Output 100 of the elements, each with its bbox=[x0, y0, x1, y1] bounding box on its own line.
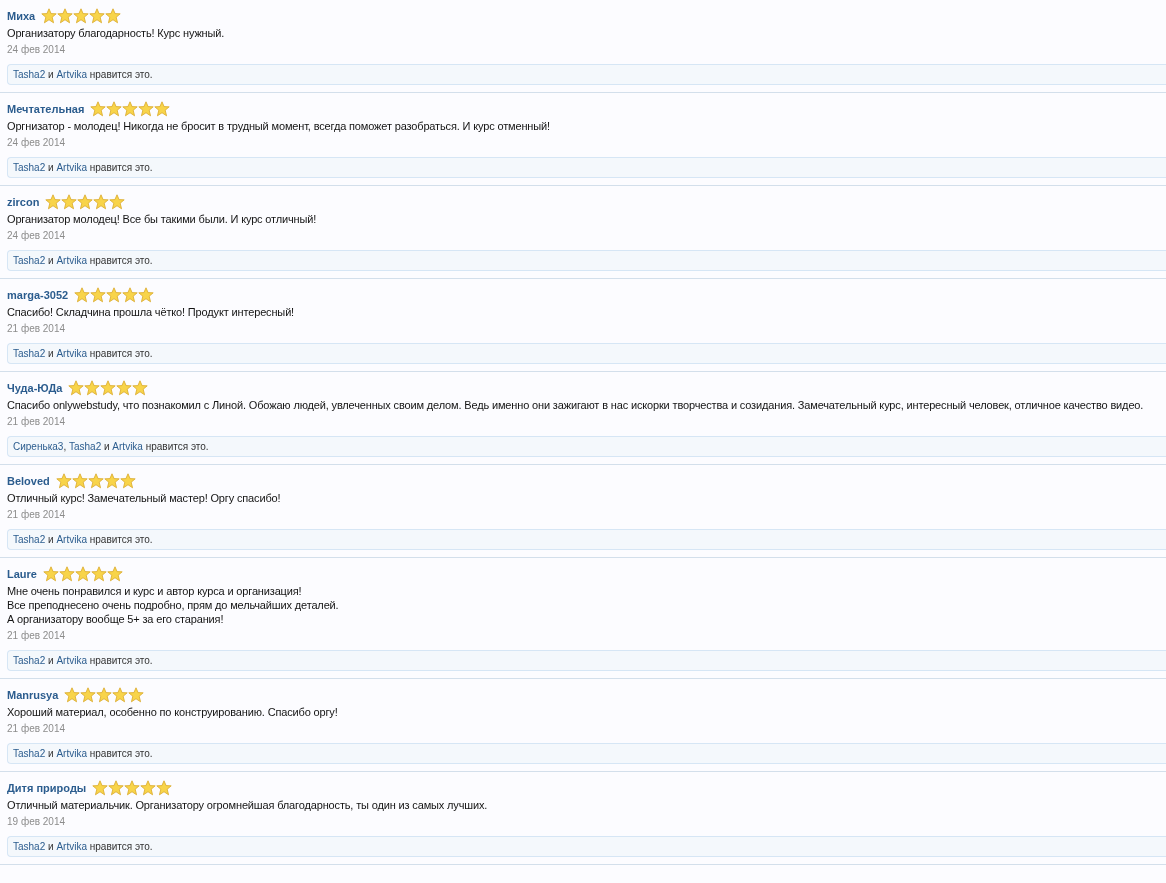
star-icon bbox=[138, 287, 155, 303]
star-icon bbox=[122, 101, 139, 117]
likes-text: и bbox=[47, 255, 55, 266]
star-icon bbox=[138, 101, 155, 117]
likes-text: и bbox=[47, 841, 55, 852]
user-link[interactable]: Artvika bbox=[56, 162, 87, 173]
star-icon bbox=[105, 8, 122, 24]
likes-text: нравится это. bbox=[88, 841, 153, 852]
author-name[interactable]: Чуда-ЮДа bbox=[7, 382, 63, 394]
star-icon bbox=[93, 194, 110, 210]
star-icon bbox=[108, 780, 125, 796]
author-name[interactable]: Manrusya bbox=[7, 689, 59, 701]
star-icon bbox=[58, 566, 75, 582]
user-link[interactable]: Tasha2 bbox=[68, 441, 102, 452]
review-date: 24 фев 2014 bbox=[7, 229, 67, 243]
review-date: 21 фев 2014 bbox=[7, 415, 67, 429]
review-date: 21 фев 2014 bbox=[7, 508, 67, 522]
likes-text: и bbox=[47, 69, 55, 80]
user-link[interactable]: Tasha2 bbox=[13, 534, 46, 545]
user-link[interactable]: Tasha2 bbox=[13, 748, 46, 759]
likes-text: , bbox=[63, 441, 68, 452]
star-icon bbox=[90, 101, 107, 117]
user-link[interactable]: Artvika bbox=[56, 655, 87, 666]
star-icon bbox=[106, 101, 123, 117]
star-icon bbox=[42, 566, 59, 582]
review-date: 19 фев 2014 bbox=[7, 815, 67, 829]
review-text: Организатор молодец! Все бы такими были. И курс отличный! bbox=[7, 212, 318, 226]
star-icon bbox=[71, 473, 88, 489]
star-icon bbox=[96, 687, 113, 703]
star-icon bbox=[87, 473, 104, 489]
user-link[interactable]: Artvika bbox=[56, 348, 87, 359]
star-icon bbox=[77, 194, 94, 210]
review-date: 21 фев 2014 bbox=[7, 629, 67, 643]
review-text: Все преподнесено очень подробно, прям до мельчайших деталей. bbox=[7, 598, 340, 612]
star-icon bbox=[80, 687, 97, 703]
user-link[interactable]: Tasha2 bbox=[13, 348, 46, 359]
author-name[interactable]: Миха bbox=[7, 10, 36, 22]
user-link[interactable]: Artvika bbox=[56, 748, 87, 759]
user-link[interactable]: Tasha2 bbox=[13, 841, 46, 852]
star-icon bbox=[154, 101, 171, 117]
likes-text: нравится это. bbox=[88, 69, 153, 80]
star-icon bbox=[74, 566, 91, 582]
star-icon bbox=[103, 473, 120, 489]
star-icon bbox=[64, 687, 81, 703]
likes-text: нравится это. bbox=[88, 655, 153, 666]
star-icon bbox=[45, 194, 62, 210]
likes-text: и bbox=[102, 441, 111, 452]
review-date: 24 фев 2014 bbox=[7, 136, 67, 150]
author-name[interactable]: Дитя природы bbox=[7, 782, 87, 794]
likes-text: и bbox=[47, 348, 55, 359]
author-name[interactable]: marga-3052 bbox=[7, 289, 69, 301]
user-link[interactable]: Artvika bbox=[56, 255, 87, 266]
review-date: 21 фев 2014 bbox=[7, 722, 67, 736]
review-date: 21 фев 2014 bbox=[7, 322, 67, 336]
author-name[interactable]: Beloved bbox=[7, 475, 50, 487]
star-icon bbox=[112, 687, 129, 703]
likes-text: нравится это. bbox=[88, 534, 153, 545]
user-link[interactable]: Artvika bbox=[56, 841, 87, 852]
star-icon bbox=[116, 380, 133, 396]
likes-text: нравится это. bbox=[88, 348, 153, 359]
star-icon bbox=[41, 8, 58, 24]
star-icon bbox=[140, 780, 157, 796]
user-link[interactable]: Tasha2 bbox=[13, 162, 46, 173]
star-icon bbox=[128, 687, 145, 703]
star-icon bbox=[61, 194, 78, 210]
user-link[interactable]: Artvika bbox=[56, 69, 87, 80]
user-link[interactable]: Tasha2 bbox=[13, 655, 46, 666]
star-icon bbox=[89, 8, 106, 24]
review-text: А организатору вообще 5+ за его старания! bbox=[7, 612, 225, 626]
star-icon bbox=[73, 8, 90, 24]
user-link[interactable]: Tasha2 bbox=[13, 255, 46, 266]
review-text: Отличный курс! Замечательный мастер! Оргу спасибо! bbox=[7, 491, 282, 505]
star-icon bbox=[100, 380, 117, 396]
review-text: Мне очень понравился и курс и автор курса и организация! bbox=[7, 584, 303, 598]
likes-text: нравится это. bbox=[88, 255, 153, 266]
review-text: Организатору благодарность! Курс нужный. bbox=[7, 26, 226, 40]
star-icon bbox=[90, 287, 107, 303]
likes-text: и bbox=[47, 655, 55, 666]
star-icon bbox=[74, 287, 91, 303]
star-icon bbox=[55, 473, 72, 489]
user-link[interactable]: Artvika bbox=[56, 534, 87, 545]
user-link[interactable]: Tasha2 bbox=[13, 69, 46, 80]
star-icon bbox=[68, 380, 85, 396]
author-name[interactable]: Мечтательная bbox=[7, 103, 85, 115]
star-icon bbox=[119, 473, 136, 489]
review-text: Хороший материал, особенно по конструированию. Спасибо оргу! bbox=[7, 705, 339, 719]
user-link[interactable]: Artvika bbox=[112, 441, 143, 452]
author-name[interactable]: zircon bbox=[7, 196, 40, 208]
review-text: Спасибо! Складчина прошла чётко! Продукт интересный! bbox=[7, 305, 296, 319]
review-date: 24 фев 2014 bbox=[7, 43, 67, 57]
likes-text: нравится это. bbox=[88, 162, 153, 173]
star-icon bbox=[90, 566, 107, 582]
star-icon bbox=[156, 780, 173, 796]
star-icon bbox=[132, 380, 149, 396]
star-icon bbox=[109, 194, 126, 210]
star-icon bbox=[57, 8, 74, 24]
star-icon bbox=[124, 780, 141, 796]
author-name[interactable]: Laure bbox=[7, 568, 37, 580]
review-text: Спасибо onlywebstudy, что познакомил с Линой. Обожаю людей, увлеченных своим делом. Ведь именно они зажигают в нас искорки творчества и созидания. Замечательный курс, интересный человек, отличное качество видео. bbox=[7, 398, 1145, 412]
likes-text: и bbox=[47, 162, 55, 173]
